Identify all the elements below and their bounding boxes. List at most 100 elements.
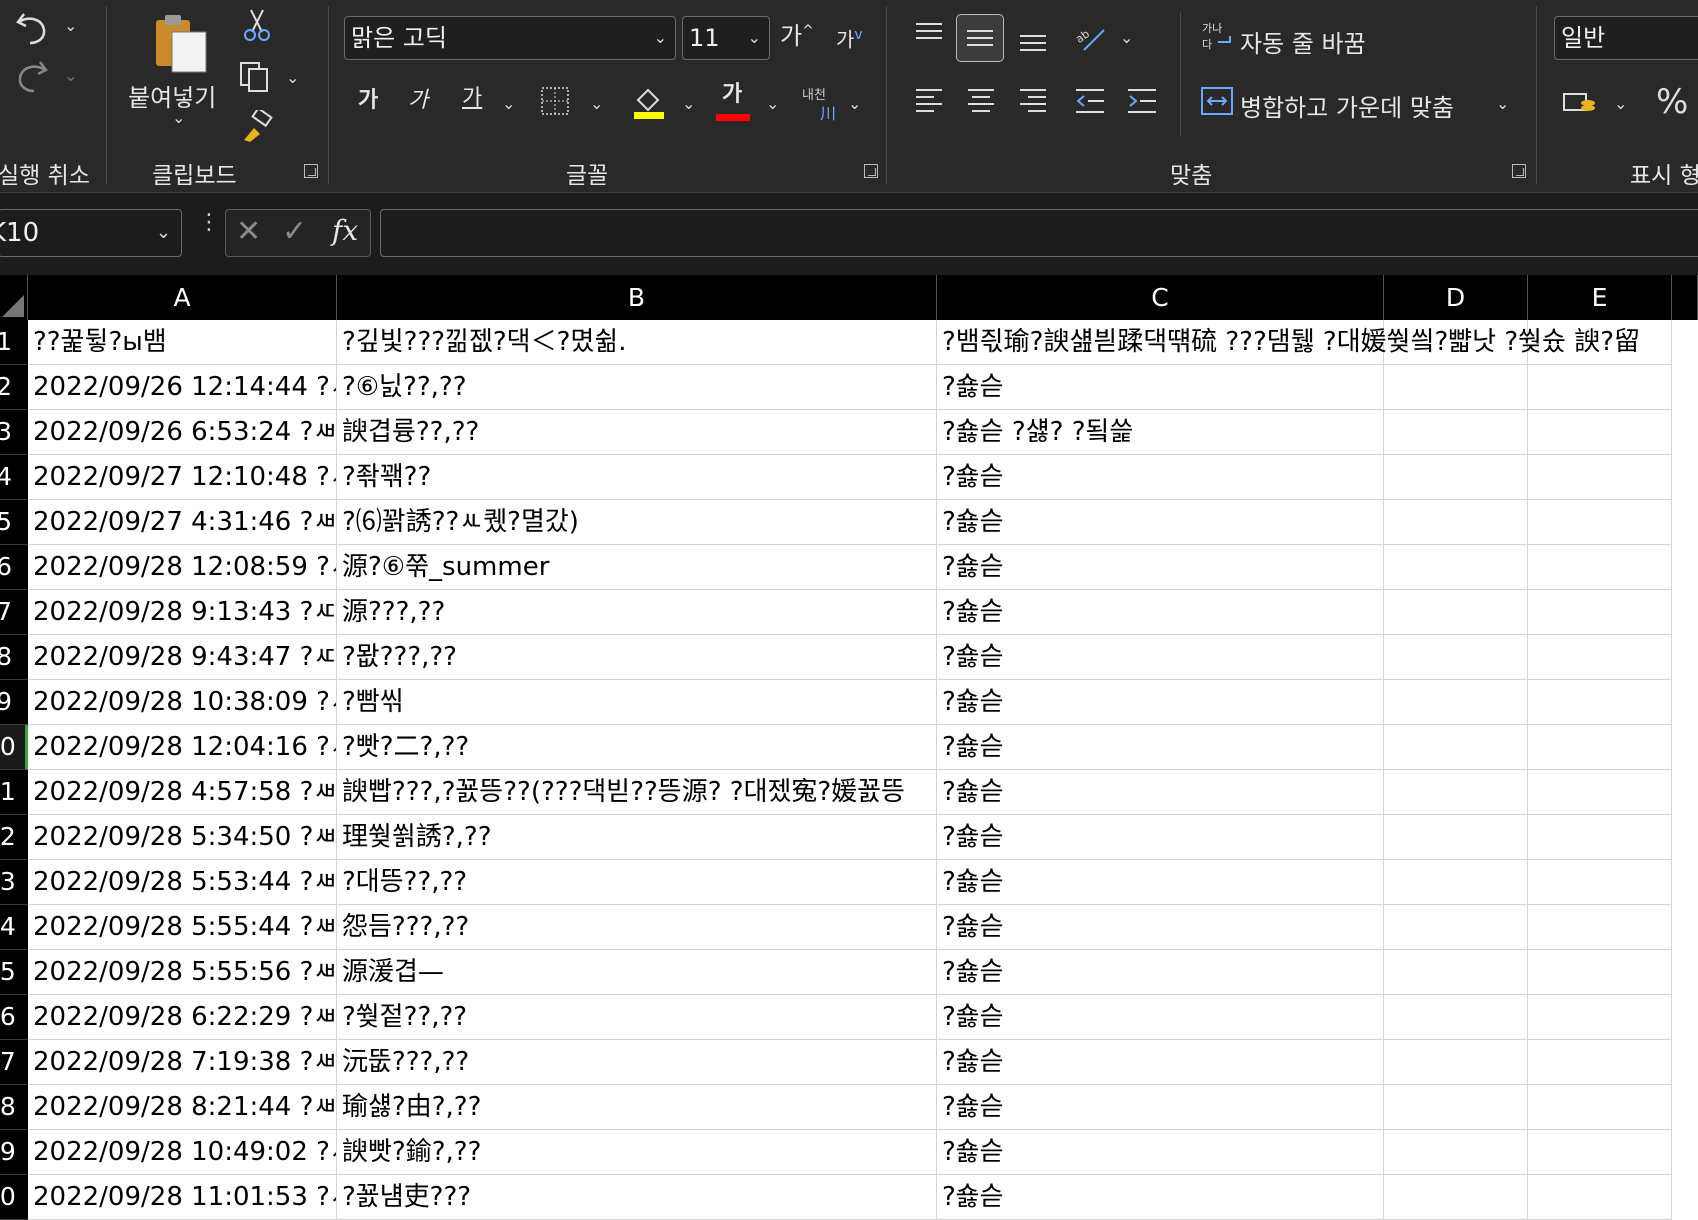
cell-b1[interactable]: ?깊빛???낆젮?댁＜?몄쉶. xyxy=(337,320,937,365)
font-dialog-launcher[interactable] xyxy=(864,164,878,178)
row-header[interactable]: 11 xyxy=(0,770,28,815)
table-cell[interactable]: ?숋슫 xyxy=(937,1175,1384,1220)
row-header[interactable]: 7 xyxy=(0,590,28,635)
table-cell[interactable] xyxy=(1528,725,1672,770)
table-cell[interactable] xyxy=(1384,860,1528,905)
cancel-icon[interactable]: ✕ xyxy=(236,214,261,249)
table-cell[interactable] xyxy=(1384,770,1528,815)
font-name-dropdown[interactable]: 맑은 고딕 ⌄ xyxy=(344,16,676,60)
table-cell[interactable]: ?숋슫 xyxy=(937,545,1384,590)
table-cell[interactable] xyxy=(1384,500,1528,545)
table-cell[interactable] xyxy=(1528,410,1672,455)
select-all-button[interactable] xyxy=(0,275,28,320)
merge-center-button[interactable]: 병합하고 가운데 맞춤 xyxy=(1240,88,1454,123)
row-header[interactable]: 19 xyxy=(0,1130,28,1175)
table-cell[interactable]: ?빳?二?,?? xyxy=(337,725,937,770)
table-cell[interactable]: ?쒖젙??,?? xyxy=(337,995,937,1040)
table-cell[interactable]: 源?⑥쭊_summer xyxy=(337,545,937,590)
table-cell[interactable]: 2022/09/28 5:55:56 ?ㅽ xyxy=(28,950,337,995)
row-header[interactable]: 3 xyxy=(0,410,28,455)
table-cell[interactable] xyxy=(1528,455,1672,500)
table-cell[interactable] xyxy=(1384,725,1528,770)
table-cell[interactable]: 2022/09/28 12:08:59 ?ㅼ xyxy=(28,545,337,590)
font-size-dropdown[interactable]: 11 ⌄ xyxy=(682,16,770,60)
table-cell[interactable]: ?숋슫 xyxy=(937,635,1384,680)
column-header-e[interactable]: E xyxy=(1528,275,1672,320)
table-cell[interactable]: 諛빱???,?꾨뜽??(???댁빋??뜽源? ?대젰寃?媛꾨뜽 xyxy=(337,770,937,815)
table-cell[interactable] xyxy=(1384,1085,1528,1130)
table-cell[interactable]: ?숋슫 xyxy=(937,815,1384,860)
row-header[interactable]: 17 xyxy=(0,1040,28,1085)
formula-input[interactable] xyxy=(380,209,1698,257)
wrap-text-button[interactable]: 자동 줄 바꿈 xyxy=(1240,24,1366,59)
table-cell[interactable] xyxy=(1384,590,1528,635)
phonetic-dropdown-icon[interactable]: ⌄ xyxy=(848,94,861,113)
table-cell[interactable]: 理쒖쐵誘?,?? xyxy=(337,815,937,860)
column-header-b[interactable]: B xyxy=(337,275,937,320)
table-cell[interactable]: ?숋슫 xyxy=(937,905,1384,950)
merge-center-icon[interactable] xyxy=(1200,86,1234,116)
chevron-down-icon[interactable]: ⌄ xyxy=(156,210,171,256)
table-cell[interactable]: 2022/09/26 12:14:44 ?ㅼ xyxy=(28,365,337,410)
table-cell[interactable]: ?숋슫 xyxy=(937,1085,1384,1130)
paste-icon[interactable] xyxy=(150,12,214,74)
fill-color-dropdown-icon[interactable]: ⌄ xyxy=(682,94,695,113)
table-cell[interactable]: 瑜섏?由?,?? xyxy=(337,1085,937,1130)
table-cell[interactable]: ?좎꽦?? xyxy=(337,455,937,500)
table-cell[interactable] xyxy=(1384,455,1528,500)
table-cell[interactable] xyxy=(1384,905,1528,950)
table-cell[interactable]: ?⑥닔??,?? xyxy=(337,365,937,410)
table-cell[interactable]: ?숋슫 xyxy=(937,590,1384,635)
row-header[interactable]: 13 xyxy=(0,860,28,905)
bold-button[interactable]: 가 xyxy=(358,90,378,112)
row-header[interactable]: 14 xyxy=(0,905,28,950)
table-cell[interactable]: ?숋슫 xyxy=(937,365,1384,410)
table-cell[interactable] xyxy=(1384,950,1528,995)
table-cell[interactable] xyxy=(1528,770,1672,815)
table-cell[interactable] xyxy=(1528,950,1672,995)
row-header[interactable]: 9 xyxy=(0,680,28,725)
table-cell[interactable]: ?숋슫 xyxy=(937,725,1384,770)
table-cell[interactable] xyxy=(1528,1175,1672,1220)
column-header-a[interactable]: A xyxy=(28,275,337,320)
row-header[interactable]: 16 xyxy=(0,995,28,1040)
table-cell[interactable]: ?숋슫 xyxy=(937,455,1384,500)
table-cell[interactable]: 2022/09/28 5:53:44 ?ㅽ xyxy=(28,860,337,905)
border-dropdown-icon[interactable]: ⌄ xyxy=(590,94,603,113)
table-cell[interactable]: 怨듬???,?? xyxy=(337,905,937,950)
table-cell[interactable] xyxy=(1528,680,1672,725)
row-header[interactable]: 1 xyxy=(0,320,28,365)
table-cell[interactable]: ?숋슫 xyxy=(937,1130,1384,1175)
table-cell[interactable] xyxy=(1528,1040,1672,1085)
orientation-icon[interactable]: ab xyxy=(1074,22,1108,54)
table-cell[interactable]: 2022/09/28 7:19:38 ?ㅽ xyxy=(28,1040,337,1085)
font-color-button[interactable]: 가 xyxy=(722,84,742,106)
font-color-dropdown-icon[interactable]: ⌄ xyxy=(766,94,779,113)
copy-dropdown-icon[interactable]: ⌄ xyxy=(286,68,299,87)
table-cell[interactable]: ?⑹꽑誘??ㅻ퀬?멸갔) xyxy=(337,500,937,545)
table-cell[interactable] xyxy=(1384,545,1528,590)
table-cell[interactable] xyxy=(1528,545,1672,590)
align-middle-button[interactable] xyxy=(956,14,1004,62)
table-cell[interactable]: 2022/09/27 12:10:48 ?ㅼ xyxy=(28,455,337,500)
paste-dropdown-icon[interactable]: ⌄ xyxy=(172,108,185,127)
shrink-font-button[interactable]: 가v xyxy=(836,28,863,50)
table-cell[interactable]: ?숋슫 xyxy=(937,995,1384,1040)
redo-icon[interactable] xyxy=(12,56,52,96)
italic-button[interactable]: 가 xyxy=(408,90,428,112)
table-cell[interactable]: ?숋슫 xyxy=(937,1040,1384,1085)
underline-dropdown-icon[interactable]: ⌄ xyxy=(502,94,515,113)
align-left-icon[interactable] xyxy=(914,86,944,116)
table-cell[interactable] xyxy=(1384,410,1528,455)
column-header-c[interactable]: C xyxy=(937,275,1384,320)
table-cell[interactable]: ?대뜽??,?? xyxy=(337,860,937,905)
align-right-icon[interactable] xyxy=(1018,86,1048,116)
align-bottom-icon[interactable] xyxy=(1018,24,1048,54)
redo-dropdown-icon[interactable]: ⌄ xyxy=(64,66,77,85)
align-top-icon[interactable] xyxy=(914,20,944,50)
table-cell[interactable] xyxy=(1384,1040,1528,1085)
insert-function-button[interactable]: fx xyxy=(332,214,358,247)
orientation-dropdown-icon[interactable]: ⌄ xyxy=(1120,28,1133,47)
row-header[interactable]: 4 xyxy=(0,455,28,500)
table-cell[interactable]: 沅뚮???,?? xyxy=(337,1040,937,1085)
